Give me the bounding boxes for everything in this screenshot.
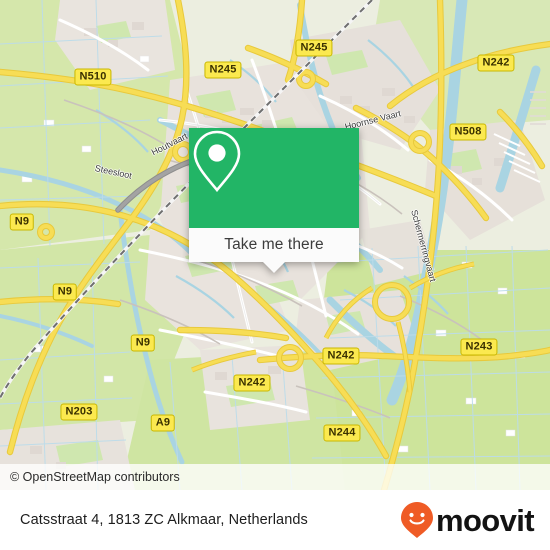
road-shield-n9: N9 bbox=[130, 334, 156, 352]
moovit-pin-smiley-icon bbox=[400, 502, 433, 538]
road-shield-n242: N242 bbox=[477, 54, 515, 72]
road-shield-n243: N243 bbox=[460, 338, 498, 356]
location-popup[interactable]: Take me there bbox=[189, 128, 359, 273]
road-shield-n242: N242 bbox=[233, 374, 271, 392]
footer-bar: Catsstraat 4, 1813 ZC Alkmaar, Netherlan… bbox=[0, 490, 550, 550]
road-shield-n510: N510 bbox=[74, 68, 112, 86]
road-shield-n242: N242 bbox=[322, 347, 360, 365]
footer-content: Catsstraat 4, 1813 ZC Alkmaar, Netherlan… bbox=[0, 490, 550, 550]
road-shield-n245: N245 bbox=[295, 39, 333, 57]
popup-action-area[interactable]: Take me there bbox=[189, 228, 359, 273]
map-canvas[interactable]: N245 N245 N242 N510 N508 N9 N9 N9 N242 N243 N242 N2… bbox=[0, 0, 550, 490]
road-shield-n508: N508 bbox=[449, 123, 487, 141]
road-shield-n244: N244 bbox=[323, 424, 361, 442]
screenshot-root: N245 N245 N242 N510 N508 N9 N9 N9 N242 N243 N242 N2… bbox=[0, 0, 550, 550]
moovit-wordmark: moovit bbox=[435, 502, 535, 538]
road-shield-n9: N9 bbox=[9, 213, 35, 231]
popup-tail bbox=[263, 262, 285, 273]
openstreetmap-attribution[interactable]: © OpenStreetMap contributors bbox=[0, 470, 180, 484]
road-shield-n203: N203 bbox=[60, 403, 98, 421]
moovit-logo[interactable]: moovit bbox=[400, 501, 535, 539]
attribution-bar: © OpenStreetMap contributors bbox=[0, 464, 550, 490]
take-me-there-label: Take me there bbox=[224, 236, 324, 253]
address-text: Catsstraat 4, 1813 ZC Alkmaar, Netherlan… bbox=[20, 512, 308, 528]
popup-pin-area bbox=[189, 128, 359, 228]
road-shield-n245: N245 bbox=[204, 61, 242, 79]
map-pin-icon bbox=[193, 130, 241, 193]
road-shield-n9: N9 bbox=[52, 283, 78, 301]
road-shield-a9: A9 bbox=[150, 414, 176, 432]
